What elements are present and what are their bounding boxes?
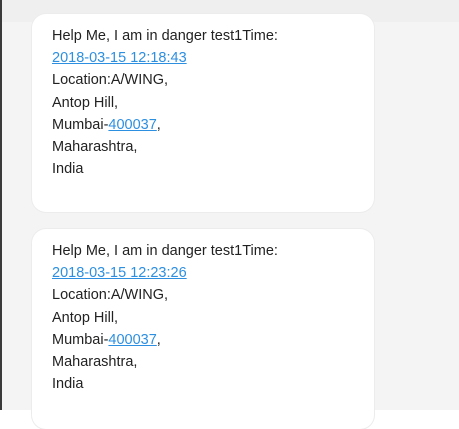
pincode-link[interactable]: 400037 — [108, 332, 156, 348]
state-line: Maharashtra, — [52, 139, 138, 156]
city-prefix: Mumbai- — [52, 116, 109, 133]
city-suffix: , — [156, 116, 161, 133]
city-line: Mumbai-400037, — [52, 114, 356, 136]
country-line: India — [52, 376, 84, 393]
city-suffix: , — [156, 331, 161, 348]
area-line: Antop Hill, — [52, 94, 119, 111]
message-header: Help Me, I am in danger test1Time: — [52, 28, 278, 44]
area-line: Antop Hill, — [52, 309, 119, 326]
time-link[interactable]: 2018-03-15 12:18:43 — [52, 50, 187, 66]
country-line: India — [52, 161, 84, 178]
time-link[interactable]: 2018-03-15 12:23:26 — [52, 265, 187, 281]
location-line: Location:A/WING, — [52, 287, 169, 304]
city-line: Mumbai-400037, — [52, 329, 356, 351]
message-header: Help Me, I am in danger test1Time: — [52, 243, 278, 259]
window-left-border — [0, 0, 2, 410]
message-bubble[interactable]: Help Me, I am in danger test1Time: 2018-… — [32, 229, 374, 429]
location-line: Location:A/WING, — [52, 72, 169, 89]
message-bubble[interactable]: Help Me, I am in danger test1Time: 2018-… — [32, 14, 374, 212]
pincode-link[interactable]: 400037 — [108, 117, 156, 133]
state-line: Maharashtra, — [52, 354, 138, 371]
city-prefix: Mumbai- — [52, 331, 109, 348]
message-thread: Help Me, I am in danger test1Time: 2018-… — [0, 0, 459, 429]
